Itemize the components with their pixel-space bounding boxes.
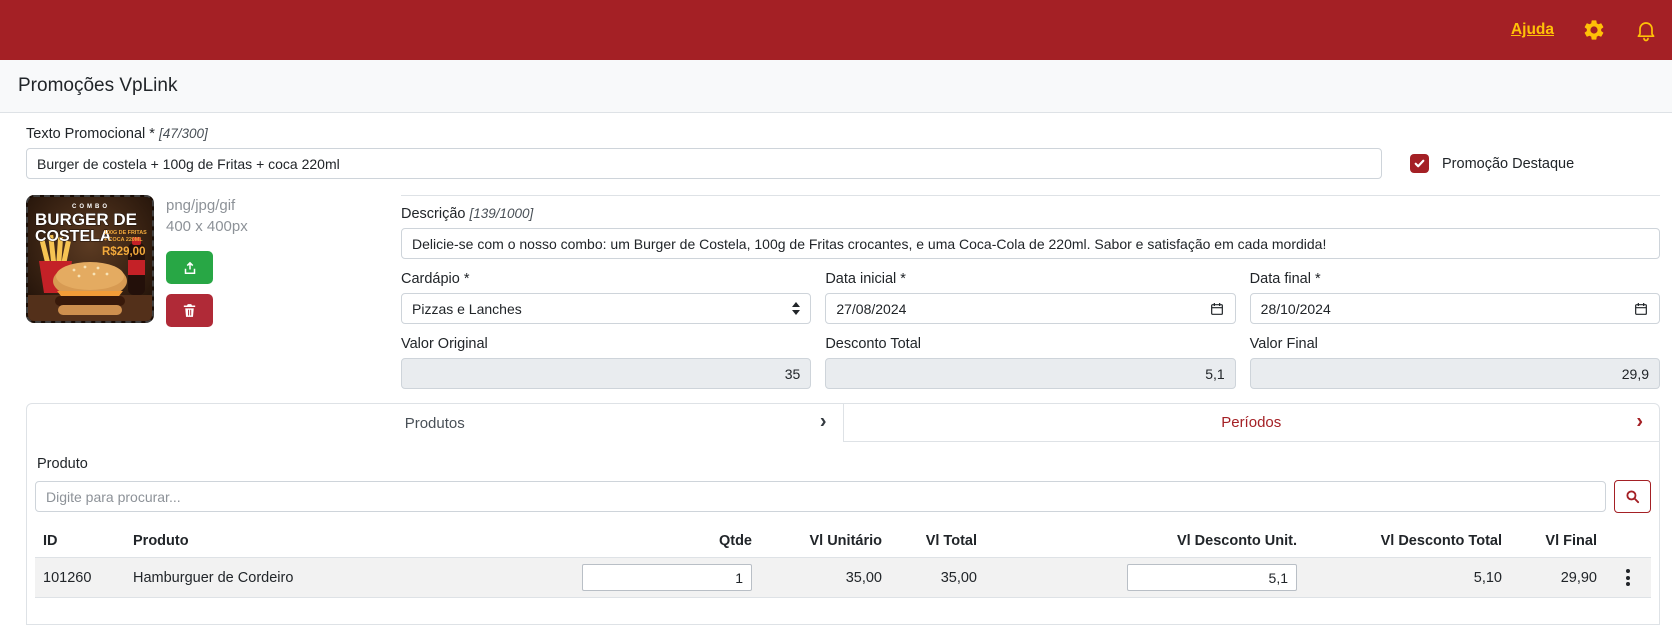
trash-icon: [183, 304, 196, 317]
cell-vl-final: 29,90: [1510, 557, 1605, 598]
page-title-bar: Promoções VpLink: [0, 60, 1672, 113]
cell-vl-unitario: 35,00: [760, 557, 890, 598]
final-value: 29,9: [1621, 365, 1649, 382]
products-panel: Produto ID Produto Qtde Vl Unitário Vl T…: [27, 442, 1659, 624]
product-search-label: Produto: [37, 456, 88, 472]
date-end-value: 28/10/2024: [1260, 300, 1331, 317]
image-upload-area: COMBO BURGER DE COSTELA 100G DE FRITAS +…: [26, 195, 401, 389]
menu-select-value: Pizzas e Lanches: [412, 300, 522, 317]
col-vl-final: Vl Final: [1510, 525, 1605, 558]
col-vl-total: Vl Total: [890, 525, 985, 558]
promo-image-title2: COSTELA: [35, 228, 112, 245]
cell-vl-total: 35,00: [890, 557, 985, 598]
cell-produto: Hamburguer de Cordeiro: [125, 557, 550, 598]
upload-image-button[interactable]: [166, 251, 213, 284]
highlight-checkbox[interactable]: [1410, 154, 1429, 173]
search-button[interactable]: [1614, 480, 1651, 513]
burger-art: [53, 262, 127, 315]
table-header-row: ID Produto Qtde Vl Unitário Vl Total Vl …: [35, 525, 1651, 558]
promo-text-input[interactable]: [26, 148, 1382, 179]
magnifier-icon: [1626, 490, 1640, 504]
accordion-card: Produtos › Períodos › Produto ID P: [26, 403, 1660, 625]
up-down-arrows-icon: [792, 302, 801, 315]
tab-periodos-label: Períodos: [1221, 414, 1282, 431]
discount-total-field: 5,1: [825, 358, 1236, 389]
col-vl-desconto-unit: Vl Desconto Unit.: [985, 525, 1305, 558]
promo-image-extras1: 100G DE FRITAS: [104, 230, 147, 236]
final-value-label: Valor Final: [1249, 336, 1318, 352]
col-produto: Produto: [125, 525, 550, 558]
image-formats-hint: png/jpg/gif: [166, 197, 236, 214]
top-navbar: Ajuda: [0, 0, 1672, 60]
bell-icon[interactable]: [1634, 18, 1658, 42]
delete-image-button[interactable]: [166, 294, 213, 327]
discount-total-label: Desconto Total: [825, 336, 921, 352]
upload-icon: [184, 261, 195, 274]
col-vl-desconto-total: Vl Desconto Total: [1305, 525, 1510, 558]
image-size-hint: 400 x 400px: [166, 218, 248, 235]
tab-produtos-label: Produtos: [404, 414, 465, 432]
gear-icon[interactable]: [1582, 18, 1606, 42]
product-search-input[interactable]: [35, 481, 1606, 512]
promo-image-title1: BURGER DE: [35, 210, 137, 229]
promo-text-label: Texto Promocional * [47/300]: [26, 126, 208, 142]
original-value: 35: [784, 365, 801, 382]
highlight-checkbox-group[interactable]: Promoção Destaque: [1410, 154, 1574, 173]
table-row: 101260 Hamburguer de Cordeiro 35,00 35,0…: [35, 557, 1651, 598]
col-actions: [1605, 525, 1651, 558]
date-end-input[interactable]: 28/10/2024: [1249, 293, 1660, 324]
menu-select[interactable]: Pizzas e Lanches: [401, 293, 812, 324]
cell-vl-desconto-total: 5,10: [1305, 557, 1510, 598]
desconto-unit-input[interactable]: [1127, 564, 1297, 591]
main-content: Texto Promocional * [47/300] Promoção De…: [0, 113, 1672, 625]
menu-label: Cardápio *: [401, 271, 470, 287]
promo-image-art: COMBO BURGER DE COSTELA 100G DE FRITAS +…: [28, 197, 152, 321]
date-start-value: 27/08/2024: [836, 300, 907, 317]
chevron-right-icon: ›: [819, 410, 827, 433]
promo-image-extras2: + COCA 220ML: [104, 237, 143, 243]
kebab-icon[interactable]: [1613, 565, 1643, 590]
check-icon: [1414, 159, 1425, 168]
chevron-right-icon: ›: [1636, 410, 1643, 433]
description-input[interactable]: [401, 228, 1660, 259]
promo-image-price: R$29,00: [102, 246, 145, 258]
col-qtde: Qtde: [550, 525, 760, 558]
description-label: Descrição [139/1000]: [401, 206, 534, 222]
tab-periodos[interactable]: Períodos ›: [843, 404, 1659, 442]
final-value-field: 29,9: [1249, 358, 1660, 389]
page-title: Promoções VpLink: [18, 75, 178, 96]
tab-produtos[interactable]: Produtos ›: [27, 404, 844, 442]
help-link[interactable]: Ajuda: [1511, 21, 1554, 39]
cell-id: 101260: [35, 557, 125, 598]
description-counter: [139/1000]: [469, 206, 534, 221]
original-value-field: 35: [401, 358, 812, 389]
highlight-checkbox-label: Promoção Destaque: [1442, 155, 1575, 172]
discount-total-value: 5,1: [1205, 365, 1225, 382]
col-id: ID: [35, 525, 125, 558]
col-vl-unitario: Vl Unitário: [760, 525, 890, 558]
promo-details: Descrição [139/1000] Cardápio * Pizzas e…: [401, 195, 1660, 389]
calendar-icon: [1210, 302, 1223, 315]
original-value-label: Valor Original: [401, 336, 488, 352]
qtde-input[interactable]: [582, 564, 752, 591]
promo-text-counter: [47/300]: [158, 126, 208, 141]
calendar-icon: [1635, 302, 1647, 315]
promo-image: COMBO BURGER DE COSTELA 100G DE FRITAS +…: [26, 195, 154, 323]
date-end-label: Data final *: [1249, 271, 1321, 287]
date-start-label: Data inicial *: [825, 271, 906, 287]
date-start-input[interactable]: 27/08/2024: [825, 293, 1236, 324]
products-table: ID Produto Qtde Vl Unitário Vl Total Vl …: [35, 525, 1651, 598]
